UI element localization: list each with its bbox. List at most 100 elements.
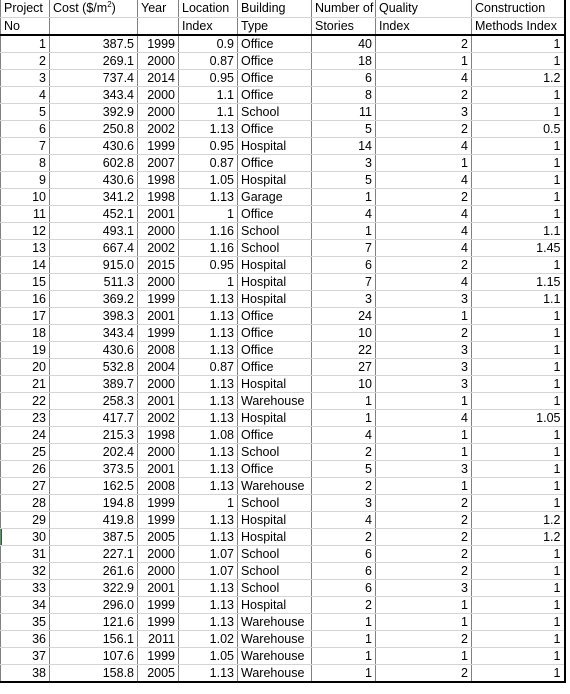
cell-building-type[interactable]: Office xyxy=(237,324,312,342)
cell-quality-index[interactable]: 4 xyxy=(375,273,472,291)
cell-project-no[interactable]: 2 xyxy=(0,52,50,70)
cell-location-index[interactable]: 1 xyxy=(178,273,238,291)
cell-location-index[interactable]: 1.13 xyxy=(178,579,238,597)
cell-stories[interactable]: 24 xyxy=(311,307,376,325)
cell-construction-methods-index[interactable]: 1 xyxy=(471,103,566,121)
cell-stories[interactable]: 27 xyxy=(311,358,376,376)
table-row[interactable]: 14 915.0 2015 0.95 Hospital 6 2 1 xyxy=(0,256,566,274)
cell-cost[interactable]: 667.4 xyxy=(49,239,138,257)
cell-building-type[interactable]: Hospital xyxy=(237,256,312,274)
cell-construction-methods-index[interactable]: 1.15 xyxy=(471,273,566,291)
cell-location-index[interactable]: 1.13 xyxy=(178,664,238,683)
cell-quality-index[interactable]: 3 xyxy=(375,375,472,393)
cell-quality-index[interactable]: 2 xyxy=(375,188,472,206)
cell-year[interactable]: 2001 xyxy=(137,579,179,597)
cell-cost[interactable]: 194.8 xyxy=(49,494,138,512)
cell-construction-methods-index[interactable]: 1 xyxy=(471,86,566,104)
cell-location-index[interactable]: 1.07 xyxy=(178,545,238,563)
cell-year[interactable]: 1999 xyxy=(137,511,179,529)
cell-cost[interactable]: 250.8 xyxy=(49,120,138,138)
cell-quality-index[interactable]: 2 xyxy=(375,86,472,104)
cell-stories[interactable]: 3 xyxy=(311,154,376,172)
cell-building-type[interactable]: Hospital xyxy=(237,171,312,189)
cell-building-type[interactable]: Office xyxy=(237,69,312,87)
cell-quality-index[interactable]: 4 xyxy=(375,69,472,87)
cell-project-no[interactable]: 10 xyxy=(0,188,50,206)
cell-stories[interactable]: 4 xyxy=(311,205,376,223)
cell-stories[interactable]: 10 xyxy=(311,375,376,393)
cell-construction-methods-index[interactable]: 1.05 xyxy=(471,409,566,427)
cell-construction-methods-index[interactable]: 1 xyxy=(471,307,566,325)
cell-year[interactable]: 1999 xyxy=(137,613,179,631)
cell-stories[interactable]: 8 xyxy=(311,86,376,104)
cell-quality-index[interactable]: 3 xyxy=(375,358,472,376)
table-row[interactable]: 33 322.9 2001 1.13 School 6 3 1 xyxy=(0,579,566,597)
cell-building-type[interactable]: Office xyxy=(237,154,312,172)
table-row[interactable]: 1 387.5 1999 0.9 Office 40 2 1 xyxy=(0,34,566,53)
cell-stories[interactable]: 7 xyxy=(311,239,376,257)
cell-cost[interactable]: 915.0 xyxy=(49,256,138,274)
cell-year[interactable]: 1999 xyxy=(137,34,179,53)
cell-cost[interactable]: 156.1 xyxy=(49,630,138,648)
cell-stories[interactable]: 1 xyxy=(311,630,376,648)
cell-quality-index[interactable]: 2 xyxy=(375,120,472,138)
cell-location-index[interactable]: 1.13 xyxy=(178,443,238,461)
cell-quality-index[interactable]: 4 xyxy=(375,222,472,240)
table-row[interactable]: 23 417.7 2002 1.13 Hospital 1 4 1.05 xyxy=(0,409,566,427)
cell-quality-index[interactable]: 4 xyxy=(375,137,472,155)
cell-construction-methods-index[interactable]: 1.2 xyxy=(471,528,566,546)
cell-construction-methods-index[interactable]: 0.5 xyxy=(471,120,566,138)
cell-quality-index[interactable]: 2 xyxy=(375,630,472,648)
cell-quality-index[interactable]: 3 xyxy=(375,579,472,597)
cell-stories[interactable]: 1 xyxy=(311,392,376,410)
cell-construction-methods-index[interactable]: 1 xyxy=(471,392,566,410)
cell-location-index[interactable]: 1.13 xyxy=(178,528,238,546)
cell-building-type[interactable]: Office xyxy=(237,341,312,359)
cell-location-index[interactable]: 1.13 xyxy=(178,613,238,631)
cell-year[interactable]: 2015 xyxy=(137,256,179,274)
cell-quality-index[interactable]: 1 xyxy=(375,596,472,614)
table-row[interactable]: 7 430.6 1999 0.95 Hospital 14 4 1 xyxy=(0,137,566,155)
cell-quality-index[interactable]: 2 xyxy=(375,528,472,546)
cell-location-index[interactable]: 1.13 xyxy=(178,341,238,359)
table-row[interactable]: 11 452.1 2001 1 Office 4 4 1 xyxy=(0,205,566,223)
cell-building-type[interactable]: Hospital xyxy=(237,290,312,308)
cell-building-type[interactable]: Warehouse xyxy=(237,613,312,631)
table-row[interactable]: 4 343.4 2000 1.1 Office 8 2 1 xyxy=(0,86,566,104)
table-row[interactable]: 18 343.4 1999 1.13 Office 10 2 1 xyxy=(0,324,566,342)
cell-cost[interactable]: 158.8 xyxy=(49,664,138,683)
cell-quality-index[interactable]: 2 xyxy=(375,494,472,512)
cell-construction-methods-index[interactable]: 1 xyxy=(471,137,566,155)
cell-construction-methods-index[interactable]: 1.2 xyxy=(471,511,566,529)
table-row[interactable]: 19 430.6 2008 1.13 Office 22 3 1 xyxy=(0,341,566,359)
cell-project-no[interactable]: 16 xyxy=(0,290,50,308)
cell-year[interactable]: 2001 xyxy=(137,460,179,478)
cell-quality-index[interactable]: 2 xyxy=(375,511,472,529)
cell-quality-index[interactable]: 2 xyxy=(375,324,472,342)
cell-year[interactable]: 2005 xyxy=(137,528,179,546)
cell-location-index[interactable]: 1.02 xyxy=(178,630,238,648)
table-row[interactable]: 16 369.2 1999 1.13 Hospital 3 3 1.1 xyxy=(0,290,566,308)
cell-construction-methods-index[interactable]: 1 xyxy=(471,205,566,223)
cell-year[interactable]: 2001 xyxy=(137,205,179,223)
cell-stories[interactable]: 22 xyxy=(311,341,376,359)
cell-stories[interactable]: 1 xyxy=(311,664,376,683)
cell-stories[interactable]: 18 xyxy=(311,52,376,70)
cell-quality-index[interactable]: 1 xyxy=(375,52,472,70)
cell-year[interactable]: 2000 xyxy=(137,562,179,580)
cell-cost[interactable]: 215.3 xyxy=(49,426,138,444)
cell-quality-index[interactable]: 1 xyxy=(375,613,472,631)
cell-quality-index[interactable]: 4 xyxy=(375,171,472,189)
table-row[interactable]: 34 296.0 1999 1.13 Hospital 2 1 1 xyxy=(0,596,566,614)
table-row[interactable]: 24 215.3 1998 1.08 Office 4 1 1 xyxy=(0,426,566,444)
table-row[interactable]: 25 202.4 2000 1.13 School 2 1 1 xyxy=(0,443,566,461)
cell-stories[interactable]: 6 xyxy=(311,69,376,87)
table-row[interactable]: 28 194.8 1999 1 School 3 2 1 xyxy=(0,494,566,512)
table-row[interactable]: 30 387.5 2005 1.13 Hospital 2 2 1.2 xyxy=(0,528,566,546)
cell-stories[interactable]: 2 xyxy=(311,528,376,546)
cell-location-index[interactable]: 1.08 xyxy=(178,426,238,444)
table-row[interactable]: 29 419.8 1999 1.13 Hospital 4 2 1.2 xyxy=(0,511,566,529)
table-row[interactable]: 12 493.1 2000 1.16 School 1 4 1.1 xyxy=(0,222,566,240)
cell-project-no[interactable]: 1 xyxy=(0,34,50,53)
cell-project-no[interactable]: 4 xyxy=(0,86,50,104)
